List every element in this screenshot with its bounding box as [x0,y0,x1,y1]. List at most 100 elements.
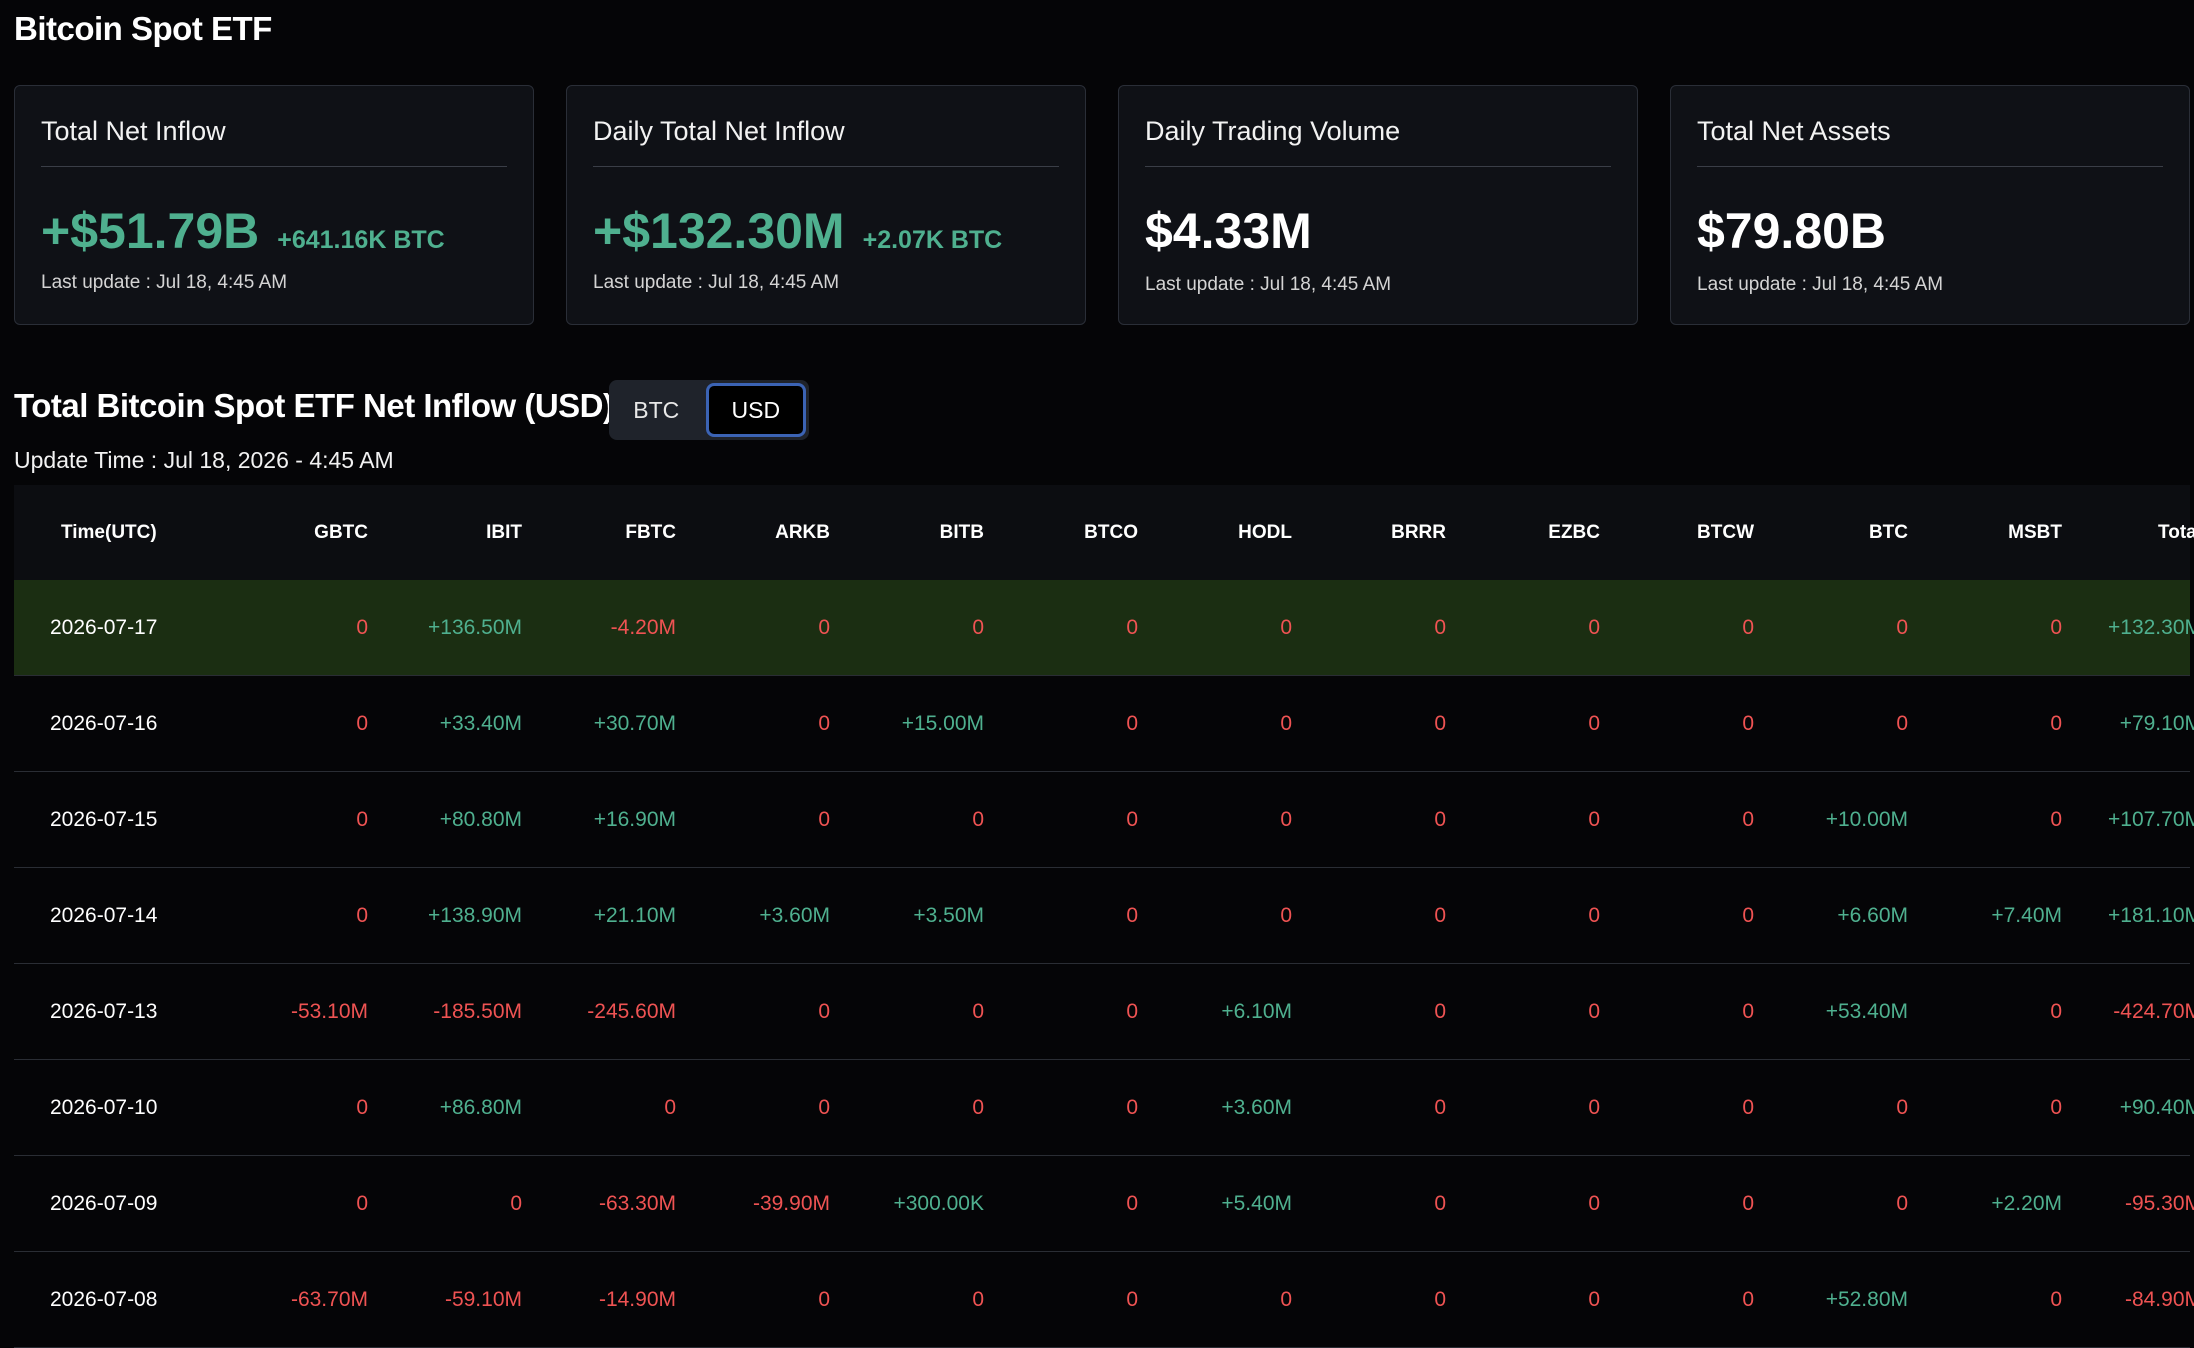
table-cell-value: 0 [1126,1287,1138,1311]
card-last-update: Last update : Jul 18, 4:45 AM [41,272,288,293]
table-cell-value: +136.50M [428,615,522,639]
table-cell-value: -185.50M [433,999,522,1023]
table-cell-date: 2026-07-17 [50,615,158,639]
table-cell-value: 0 [1588,999,1600,1023]
table-cell-value: 0 [2050,711,2062,735]
table-cell-value: 0 [356,807,368,831]
column-header-total[interactable]: Total [2062,522,2194,544]
column-header-fbtc[interactable]: FBTC [522,522,676,544]
column-header-time-utc-[interactable]: Time(UTC) [14,522,214,544]
page-title: Bitcoin Spot ETF [14,10,272,47]
table-cell-value: 0 [1742,1287,1754,1311]
table-cell-value: 0 [818,807,830,831]
card-title: Daily Trading Volume [1145,116,1401,146]
table-row: 2026-07-14 0 +138.90M +21.10M +3.60M +3.50M 0 0… [14,868,2194,964]
table-body: 2026-07-17 0 +136.50M -4.20M 0 0 0 0 0 0 0 0 0 +132.3… [14,580,2194,1348]
card-main-value: $79.80B [1697,203,1887,259]
table-cell-value: 0 [2050,999,2062,1023]
column-header-bitb[interactable]: BITB [830,522,984,544]
table-cell-total: +79.10M [2119,711,2194,735]
column-header-ibit[interactable]: IBIT [368,522,522,544]
card-title: Total Net Assets [1697,116,1891,146]
table-cell-value: 0 [972,1287,984,1311]
table-cell-total: +107.70M [2108,807,2194,831]
toggle-btc-button[interactable]: BTC [612,383,701,437]
table-cell-value: 0 [510,1191,522,1215]
column-header-brrr[interactable]: BRRR [1292,522,1446,544]
card-daily-trading-volume: Daily Trading Volume $4.33M Last update … [1118,85,1638,325]
table-cell-value: 0 [1742,903,1754,927]
column-header-btc[interactable]: BTC [1754,522,1908,544]
table-row: 2026-07-10 0 +86.80M 0 0 0 0 +3.60M 0 0 0 0 0 +90.40M [14,1060,2194,1156]
table-cell-value: 0 [356,1191,368,1215]
table-cell-value: 0 [1280,615,1292,639]
table-cell-value: 0 [1280,807,1292,831]
card-divider [1145,166,1611,167]
table-cell-value: +5.40M [1221,1191,1292,1215]
table-cell-value: +6.60M [1837,903,1908,927]
card-sub-value: +2.07K BTC [862,226,1003,254]
table-row: 2026-07-08 -63.70M -59.10M -14.90M 0 0 0 0 0 0 0 +5… [14,1252,2194,1348]
table-cell-date: 2026-07-10 [50,1095,158,1119]
table-cell-value: 0 [1742,1191,1754,1215]
table-cell-value: 0 [1126,1191,1138,1215]
card-total-net-inflow: Total Net Inflow +$51.79B +641.16K BTC L… [14,85,534,325]
card-divider [1697,166,2163,167]
table-cell-value: 0 [356,615,368,639]
table-cell-value: +21.10M [593,903,676,927]
table-row: 2026-07-13 -53.10M -185.50M -245.60M 0 0 0 +6.1… [14,964,2194,1060]
table-cell-value: +3.60M [1221,1095,1292,1119]
card-title: Daily Total Net Inflow [593,116,845,146]
column-header-btcw[interactable]: BTCW [1600,522,1754,544]
table-cell-value: -59.10M [444,1287,522,1311]
table-cell-value: 0 [818,711,830,735]
table-cell-total: -84.90M [2124,1287,2194,1311]
card-daily-total-net-inflow: Daily Total Net Inflow +$132.30M +2.07K … [566,85,1086,325]
table-cell-value: +16.90M [593,807,676,831]
table-cell-date: 2026-07-09 [50,1191,158,1215]
table-cell-value: 0 [2050,615,2062,639]
table-cell-total: -424.70M [2113,999,2194,1023]
table-cell-value: 0 [1434,903,1446,927]
card-divider [41,166,507,167]
column-header-btco[interactable]: BTCO [984,522,1138,544]
table-cell-value: -63.70M [290,1287,368,1311]
table-cell-value: 0 [1434,1095,1446,1119]
table-cell-value: -14.90M [598,1287,676,1311]
column-header-gbtc[interactable]: GBTC [214,522,368,544]
table-cell-value: 0 [1434,615,1446,639]
table-cell-value: 0 [2050,807,2062,831]
table-cell-value: 0 [356,903,368,927]
table-cell-value: +6.10M [1221,999,1292,1023]
table-row: 2026-07-09 0 0 -63.30M -39.90M +300.00K 0 +5.40… [14,1156,2194,1252]
table-cell-value: 0 [1896,615,1908,639]
card-value-row: $79.80B [1697,202,1886,260]
column-header-hodl[interactable]: HODL [1138,522,1292,544]
table-cell-value: -63.30M [598,1191,676,1215]
toggle-usd-button[interactable]: USD [705,383,806,437]
card-last-update: Last update : Jul 18, 4:45 AM [1145,274,1392,295]
table-cell-value: -245.60M [587,999,676,1023]
table-cell-value: 0 [1896,1095,1908,1119]
table-cell-date: 2026-07-16 [50,711,158,735]
card-value-row: +$132.30M +2.07K BTC [593,202,1002,260]
table-row: 2026-07-16 0 +33.40M +30.70M 0 +15.00M 0 0 0 0 0 0 0… [14,676,2194,772]
table-cell-value: +7.40M [1991,903,2062,927]
column-header-msbt[interactable]: MSBT [1908,522,2062,544]
table-cell-value: 0 [972,999,984,1023]
table-cell-value: +10.00M [1825,807,1908,831]
table-cell-value: 0 [1896,1191,1908,1215]
table-cell-value: 0 [818,1287,830,1311]
table-cell-value: 0 [1126,615,1138,639]
table-cell-value: -53.10M [290,999,368,1023]
column-header-ezbc[interactable]: EZBC [1446,522,1600,544]
table-cell-value: 0 [1742,1095,1754,1119]
card-main-value: +$51.79B [41,203,260,259]
table-cell-total: +132.30M [2108,615,2194,639]
column-header-arkb[interactable]: ARKB [676,522,830,544]
card-title: Total Net Inflow [41,116,226,146]
table-cell-value: 0 [1434,999,1446,1023]
summary-cards: Total Net Inflow +$51.79B +641.16K BTC L… [14,85,2190,325]
table-cell-value: +52.80M [1825,1287,1908,1311]
table-cell-value: 0 [2050,1095,2062,1119]
